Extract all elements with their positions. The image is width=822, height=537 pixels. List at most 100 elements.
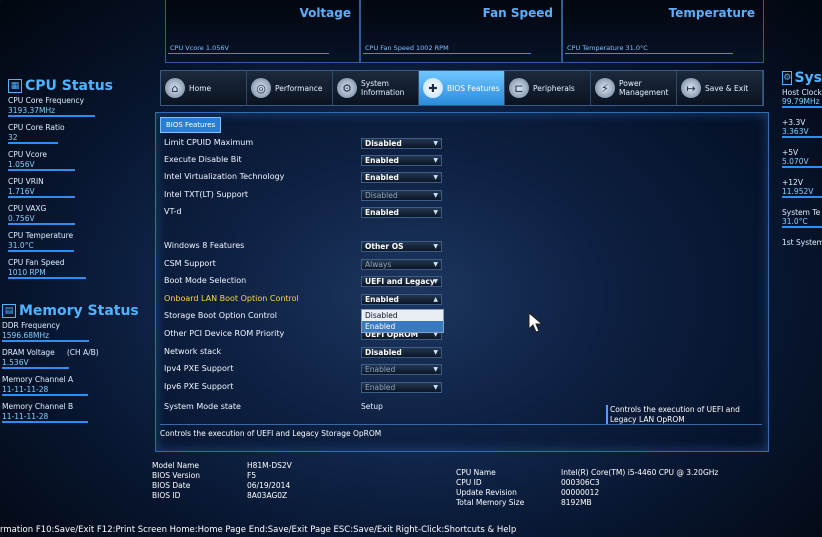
cpu-status-label: CPU Temperature <box>8 231 74 240</box>
dropdown-option[interactable]: Enabled <box>362 321 443 332</box>
shortcut-footer: rmation F10:Save/Exit F12:Print Screen H… <box>0 525 517 535</box>
fan-graph-line <box>363 53 531 54</box>
memory-status-value: 11-11-11-28 <box>2 385 89 396</box>
board-info-row: Model Name H81M-DS2V <box>152 461 292 471</box>
setting-label: Ipv4 PXE Support <box>164 364 234 373</box>
setting-value: Disabled <box>365 348 402 357</box>
memory-status-label: Memory Channel B <box>2 402 74 411</box>
system-gear-icon: ⚙ <box>782 71 793 85</box>
tab-power-management[interactable]: ⚡ Power Management <box>591 71 677 105</box>
temperature-graph-line <box>565 53 733 54</box>
tab-home[interactable]: ⌂ Home <box>161 71 247 105</box>
dropdown-arrow-icon: ▼ <box>433 243 438 250</box>
system-status-label: +12V <box>782 178 803 187</box>
voltage-title: Voltage <box>299 6 351 20</box>
cpu-info-value: Intel(R) Core(TM) i5-4460 CPU @ 3.20GHz <box>561 468 719 477</box>
gauge-icon: ◎ <box>251 78 271 98</box>
system-status-label: Host Clock <box>782 88 822 97</box>
cpu-status-label: CPU Fan Speed <box>8 258 65 267</box>
cpu-info-row: Total Memory Size 8192MB <box>456 498 718 508</box>
bios-features-section-tab[interactable]: BIOS Features <box>160 117 222 133</box>
system-status-value: 3.363V <box>782 127 822 138</box>
system-status-label: System Te <box>782 208 821 217</box>
dropdown-option[interactable]: Disabled <box>362 310 443 321</box>
setting-select[interactable]: Enabled ▼ <box>361 155 442 166</box>
cpu-status-value: 0.756V <box>8 214 75 225</box>
setting-select[interactable]: Enabled ▲ <box>361 294 442 305</box>
setting-label: VT-d <box>164 207 182 216</box>
system-status-title: Sys <box>794 70 822 86</box>
setting-select[interactable]: UEFI and Legacy ▼ <box>361 276 442 287</box>
board-info-key: BIOS Version <box>152 471 200 480</box>
setting-value: Enabled <box>365 383 396 392</box>
memory-status-label: DDR Frequency <box>2 321 60 330</box>
cpu-status-panel: ▦ CPU Status CPU Core Frequency 3193.37MH… <box>8 78 148 279</box>
tab-performance[interactable]: ◎ Performance <box>247 71 333 105</box>
cpu-status-item: CPU Core Ratio 32 <box>8 123 148 144</box>
memory-status-value: 1596.68MHz <box>2 331 90 342</box>
setting-value: Other OS <box>365 242 404 251</box>
setting-value: Enabled <box>365 208 399 217</box>
tab-peripherals[interactable]: ⊏ Peripherals <box>505 71 591 105</box>
system-status-item: 1st System <box>782 238 822 247</box>
board-info-value: H81M-DS2V <box>247 461 292 470</box>
memory-status-extra: (CH A/B) <box>66 348 99 357</box>
system-status-item: +3.3V 3.363V <box>782 118 822 138</box>
system-status-item: +5V 5.070V <box>782 148 822 168</box>
memory-status-label: Memory Channel A <box>2 375 74 384</box>
tab-label: Power Management <box>619 79 669 97</box>
setting-value: Enabled <box>365 173 399 182</box>
setting-value: Enabled <box>365 365 396 374</box>
dropdown-arrow-icon: ▼ <box>433 174 438 181</box>
lan-boot-dropdown-list[interactable]: Disabled Enabled <box>361 309 444 333</box>
setting-value: Enabled <box>365 156 399 165</box>
tab-system-information[interactable]: ⚙ System Information <box>333 71 419 105</box>
tab-save-exit[interactable]: ↦ Save & Exit <box>677 71 763 105</box>
gear-icon: ⚙ <box>337 78 357 98</box>
memory-status-panel: ▤ Memory Status DDR Frequency 1596.68MHz D… <box>2 303 152 423</box>
memory-status-value: 1.536V <box>2 358 69 369</box>
cpu-status-value: 32 <box>8 133 58 144</box>
mouse-cursor-icon <box>528 312 544 333</box>
board-info-row: BIOS Date 06/19/2014 <box>152 481 292 491</box>
power-icon: ⚡ <box>595 78 615 98</box>
cpu-status-item: CPU Temperature 31.0°C <box>8 231 148 252</box>
setting-select[interactable]: Disabled ▼ <box>361 190 442 201</box>
system-status-label: +5V <box>782 148 799 157</box>
system-status-label: 1st System <box>782 238 822 247</box>
cpu-status-value: 1.716V <box>8 187 75 198</box>
setting-select[interactable]: Other OS ▼ <box>361 241 442 252</box>
setting-select[interactable]: Enabled ▼ <box>361 172 442 183</box>
setting-label: Onboard LAN Boot Option Control <box>164 294 299 303</box>
setting-label: CSM Support <box>164 259 216 268</box>
tab-bios-features[interactable]: ✚ BIOS Features <box>419 71 505 105</box>
setting-label: Intel TXT(LT) Support <box>164 190 249 199</box>
board-info-value: F5 <box>247 471 257 480</box>
setting-select[interactable]: Enabled ▼ <box>361 207 442 218</box>
voltage-graph-line <box>168 53 329 54</box>
help-text: Controls the execution of UEFI and Legac… <box>606 405 760 425</box>
voltage-monitor: Voltage CPU Vcore 1.056V <box>165 0 360 63</box>
setting-select[interactable]: Always ▼ <box>361 259 442 270</box>
setting-select[interactable]: Disabled ▼ <box>361 138 442 149</box>
memory-status-item: Memory Channel B 11-11-11-28 <box>2 402 152 423</box>
system-status-value: 31.0°C <box>782 217 822 228</box>
board-info-key: BIOS ID <box>152 491 181 500</box>
voltage-readout: CPU Vcore 1.056V <box>170 44 229 52</box>
cpu-status-item: CPU Core Frequency 3193.37MHz <box>8 96 148 117</box>
cpu-status-title: CPU Status <box>25 78 113 94</box>
setting-select[interactable]: Disabled ▼ <box>361 347 442 358</box>
cpu-info-row: CPU Name Intel(R) Core(TM) i5-4460 CPU @ … <box>456 468 718 478</box>
setting-select[interactable]: Enabled ▼ <box>361 364 442 375</box>
setting-value: UEFI and Legacy <box>365 277 435 286</box>
cpu-status-value: 3193.37MHz <box>8 106 96 117</box>
temperature-title: Temperature <box>668 6 755 20</box>
cpu-info-value: 00000012 <box>561 488 600 497</box>
memory-status-item: DRAM Voltage (CH A/B) 1.536V <box>2 348 152 369</box>
setting-select[interactable]: Enabled ▼ <box>361 382 442 393</box>
cpu-status-item: CPU VAXG 0.756V <box>8 204 148 225</box>
board-info-value: 06/19/2014 <box>247 481 291 490</box>
tab-label: System Information <box>361 79 405 97</box>
cpu-info-value: 000306C3 <box>561 478 600 487</box>
cpu-status-label: CPU Core Ratio <box>8 123 65 132</box>
